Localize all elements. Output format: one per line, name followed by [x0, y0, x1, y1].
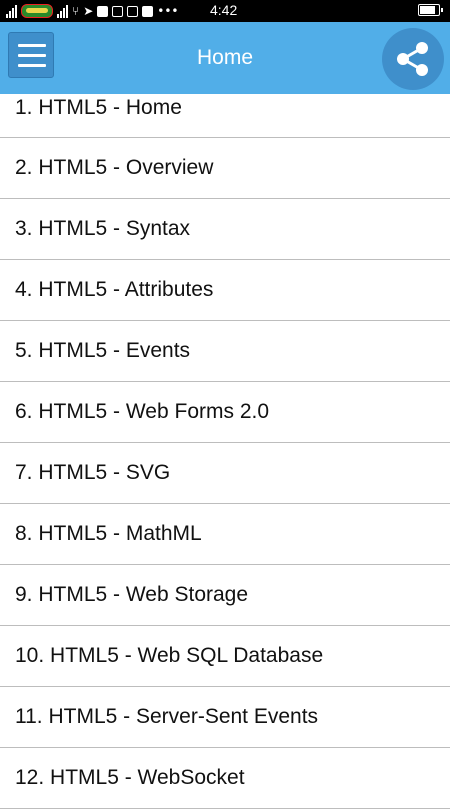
- chapter-list-item[interactable]: 9. HTML5 - Web Storage: [0, 565, 450, 626]
- chapter-title: 6. HTML5 - Web Forms 2.0: [15, 400, 270, 423]
- youtube-icon: [97, 5, 109, 17]
- chapter-title: 4. HTML5 - Attributes: [15, 278, 214, 301]
- signal-icon: [6, 4, 17, 18]
- location-icon: ➤: [83, 4, 94, 18]
- chapter-title: 12. HTML5 - WebSocket: [15, 766, 245, 789]
- notification-icons: ⑂ ➤ •••: [6, 3, 179, 19]
- chapter-list-item[interactable]: 10. HTML5 - Web SQL Database: [0, 626, 450, 687]
- chapter-list-item[interactable]: 4. HTML5 - Attributes: [0, 260, 450, 321]
- chapter-title: 10. HTML5 - Web SQL Database: [15, 644, 324, 667]
- signal-icon: [57, 4, 68, 18]
- network-icon: ⑂: [72, 4, 80, 18]
- chapter-title: 11. HTML5 - Server-Sent Events: [15, 705, 319, 728]
- chapter-list-item[interactable]: 2. HTML5 - Overview: [0, 138, 450, 199]
- more-icon: •••: [157, 4, 179, 18]
- app-bar: Home: [0, 22, 450, 94]
- share-icon: [397, 42, 428, 76]
- battery-icon: [418, 4, 443, 16]
- status-bar: ⑂ ➤ ••• 4:42: [0, 0, 450, 22]
- battery-level-fill: [420, 6, 435, 14]
- chapter-title: 1. HTML5 - Home: [15, 96, 182, 119]
- chapter-title: 5. HTML5 - Events: [15, 339, 191, 362]
- chapter-title: 3. HTML5 - Syntax: [15, 217, 191, 240]
- share-button[interactable]: [382, 28, 444, 90]
- zalo-icon: [142, 5, 154, 17]
- carrier-logo-icon: [21, 4, 53, 18]
- chapter-list-item[interactable]: 1. HTML5 - Home: [0, 94, 450, 138]
- chapter-list-item[interactable]: 7. HTML5 - SVG: [0, 443, 450, 504]
- chapter-title: 9. HTML5 - Web Storage: [15, 583, 249, 606]
- chapter-list-item[interactable]: 8. HTML5 - MathML: [0, 504, 450, 565]
- chapter-title: 8. HTML5 - MathML: [15, 522, 202, 545]
- chapter-list-item[interactable]: 5. HTML5 - Events: [0, 321, 450, 382]
- chapter-list-item[interactable]: 3. HTML5 - Syntax: [0, 199, 450, 260]
- gmail-icon: [127, 5, 139, 17]
- chapter-list-item[interactable]: 11. HTML5 - Server-Sent Events: [0, 687, 450, 748]
- chapter-list-item[interactable]: 6. HTML5 - Web Forms 2.0: [0, 382, 450, 443]
- chapter-title: 2. HTML5 - Overview: [15, 156, 214, 179]
- instagram-icon: [112, 5, 124, 17]
- chapter-list: 1. HTML5 - Home 2. HTML5 - Overview 3. HTM…: [0, 94, 450, 809]
- status-clock: 4:42: [210, 2, 238, 18]
- chapter-title: 7. HTML5 - SVG: [15, 461, 171, 484]
